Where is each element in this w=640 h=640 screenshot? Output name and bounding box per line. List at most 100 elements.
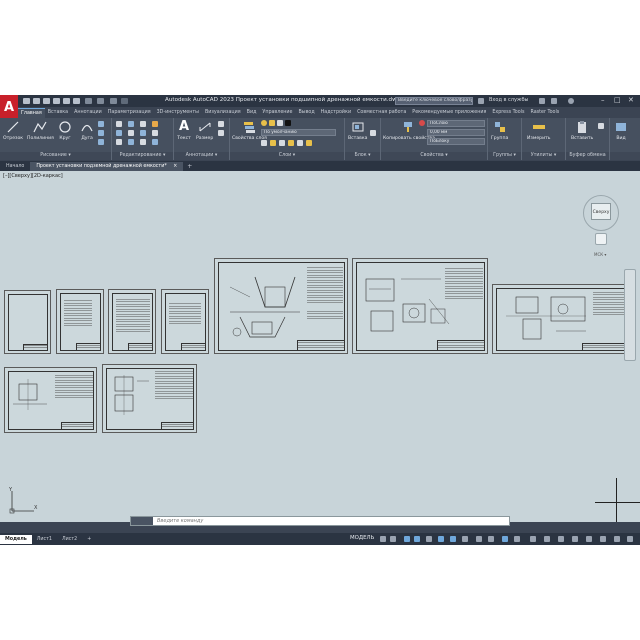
transparency-icon[interactable] <box>476 536 482 542</box>
copy-clip-icon[interactable] <box>598 123 604 129</box>
ribbon-tab[interactable]: Express Tools <box>489 108 527 118</box>
layout-tab-model[interactable]: Модель <box>0 534 32 544</box>
quick-access-dropdown-icon[interactable] <box>121 98 128 104</box>
ortho-icon[interactable] <box>404 536 410 542</box>
search-icon[interactable] <box>478 98 484 104</box>
group-tool[interactable]: Группа <box>491 120 508 141</box>
panel-groups-title[interactable]: Группы ▾ <box>488 152 521 160</box>
clean-screen-icon[interactable] <box>614 536 620 542</box>
sign-in-button[interactable]: Вход в службы <box>489 97 528 103</box>
copy-icon[interactable] <box>116 130 122 136</box>
panel-layers-title[interactable]: Слои ▾ <box>230 152 344 160</box>
scale-icon[interactable] <box>128 139 134 145</box>
navigation-bar[interactable] <box>624 269 636 361</box>
offset-icon[interactable] <box>152 139 158 145</box>
drawing-sheet[interactable] <box>214 258 348 354</box>
ellipse-icon[interactable] <box>98 139 104 145</box>
layer-iso-icon[interactable] <box>261 140 267 146</box>
model-space-toggle[interactable]: МОДЕЛЬ <box>350 535 374 541</box>
panel-clipboard-title[interactable]: Буфер обмена <box>566 152 609 160</box>
layer-unisolate-icon[interactable] <box>288 140 294 146</box>
open-file-icon[interactable] <box>33 98 40 104</box>
table-icon[interactable] <box>218 130 224 136</box>
panel-annotation-title[interactable]: Аннотации ▾ <box>174 152 229 160</box>
ribbon-tab[interactable]: Raster Tools <box>527 108 562 118</box>
panel-properties-title[interactable]: Свойства ▾ <box>381 152 487 160</box>
stretch-icon[interactable] <box>116 139 122 145</box>
drawing-sheet[interactable] <box>108 289 156 354</box>
drawing-sheet[interactable] <box>352 258 488 354</box>
ribbon-tab[interactable]: 3D-инструменты <box>154 108 202 118</box>
print-icon[interactable] <box>73 98 80 104</box>
drawing-sheet[interactable] <box>56 289 104 354</box>
undo-icon[interactable] <box>85 98 92 104</box>
lineweight-combo[interactable]: 0,00 мм <box>427 129 485 136</box>
command-input[interactable]: Введите команду <box>157 518 203 524</box>
rotate-icon[interactable] <box>128 121 134 127</box>
tab-start[interactable]: Начало <box>0 162 30 171</box>
redo-icon[interactable] <box>97 98 104 104</box>
plot-icon[interactable] <box>63 98 70 104</box>
selection-cycling-icon[interactable] <box>488 536 494 542</box>
polar-icon[interactable] <box>414 536 420 542</box>
rectangle-icon[interactable] <box>98 121 104 127</box>
linetype-combo[interactable]: ПоБлоку <box>427 138 485 145</box>
viewcube-home-icon[interactable] <box>595 233 607 245</box>
ribbon-tab[interactable]: Главная <box>18 107 45 118</box>
view-tool[interactable]: Вид <box>614 120 628 141</box>
ribbon-tab[interactable]: Вывод <box>295 108 317 118</box>
layer-lock-icon[interactable] <box>277 120 283 126</box>
panel-utilities-title[interactable]: Утилиты ▾ <box>522 152 565 160</box>
polyline-tool[interactable]: Полилиния <box>27 120 54 141</box>
explode-icon[interactable] <box>152 130 158 136</box>
object-snap-tracking-icon[interactable] <box>438 536 444 542</box>
panel-view-title[interactable] <box>610 152 640 160</box>
array-icon[interactable] <box>140 139 146 145</box>
layer-previous-icon[interactable] <box>279 140 285 146</box>
ribbon-tab[interactable]: Аннотации <box>71 108 105 118</box>
line-tool[interactable]: Отрезок <box>3 120 23 141</box>
ribbon-tab[interactable]: Визуализация <box>202 108 244 118</box>
trim-icon[interactable] <box>140 121 146 127</box>
snap-icon[interactable] <box>390 536 396 542</box>
layout-tab-2[interactable]: Лист2 <box>57 535 82 544</box>
new-file-icon[interactable] <box>23 98 30 104</box>
command-line[interactable]: Введите команду <box>130 516 510 526</box>
isolate-objects-icon[interactable] <box>600 536 606 542</box>
drawing-sheet[interactable] <box>4 290 51 354</box>
grid-icon[interactable] <box>380 536 386 542</box>
drawing-sheet[interactable] <box>161 289 209 354</box>
layer-match-icon[interactable] <box>270 140 276 146</box>
dimension-tool[interactable]: Размер <box>196 120 213 141</box>
help-icon[interactable] <box>568 98 574 104</box>
panel-modify-title[interactable]: Редактирование ▾ <box>112 152 173 160</box>
search-input[interactable]: Введите ключевое слово/фразу <box>395 97 473 105</box>
maximize-button[interactable]: □ <box>614 96 621 105</box>
drawing-sheet[interactable] <box>102 364 197 433</box>
layer-on-icon[interactable] <box>261 120 267 126</box>
insert-block-tool[interactable]: Вставка <box>348 120 367 141</box>
tab-drawing[interactable]: Проект установки подземной дренажной емк… <box>30 162 184 171</box>
drawing-sheet[interactable] <box>492 284 636 354</box>
customization-icon[interactable] <box>627 536 633 542</box>
move-icon[interactable] <box>116 121 122 127</box>
ribbon-tab[interactable]: Вставка <box>45 108 71 118</box>
layer-freeze-icon[interactable] <box>269 120 275 126</box>
panel-block-title[interactable]: Блок ▾ <box>345 152 380 160</box>
save-as-icon[interactable] <box>53 98 60 104</box>
layer-combo[interactable]: По умолчанию <box>261 129 336 136</box>
new-tab-button[interactable]: + <box>183 162 196 171</box>
ribbon-tab[interactable]: Надстройки <box>318 108 354 118</box>
create-block-icon[interactable] <box>370 130 376 136</box>
drawing-canvas[interactable]: [–][Сверху][2D-каркас] Сверху МСК ▾ Y X <box>0 171 640 522</box>
cart-icon[interactable] <box>539 98 545 104</box>
circle-tool[interactable]: Круг <box>58 120 72 141</box>
exchange-icon[interactable] <box>551 98 557 104</box>
units-icon[interactable] <box>558 536 564 542</box>
annotation-monitor-icon[interactable] <box>544 536 550 542</box>
drawing-sheet[interactable] <box>4 367 97 433</box>
viewcube[interactable]: Сверху <box>591 203 611 220</box>
ucs-menu[interactable]: МСК ▾ <box>594 252 606 257</box>
ribbon-tab[interactable]: Вид <box>244 108 260 118</box>
object-snap-icon[interactable] <box>450 536 456 542</box>
